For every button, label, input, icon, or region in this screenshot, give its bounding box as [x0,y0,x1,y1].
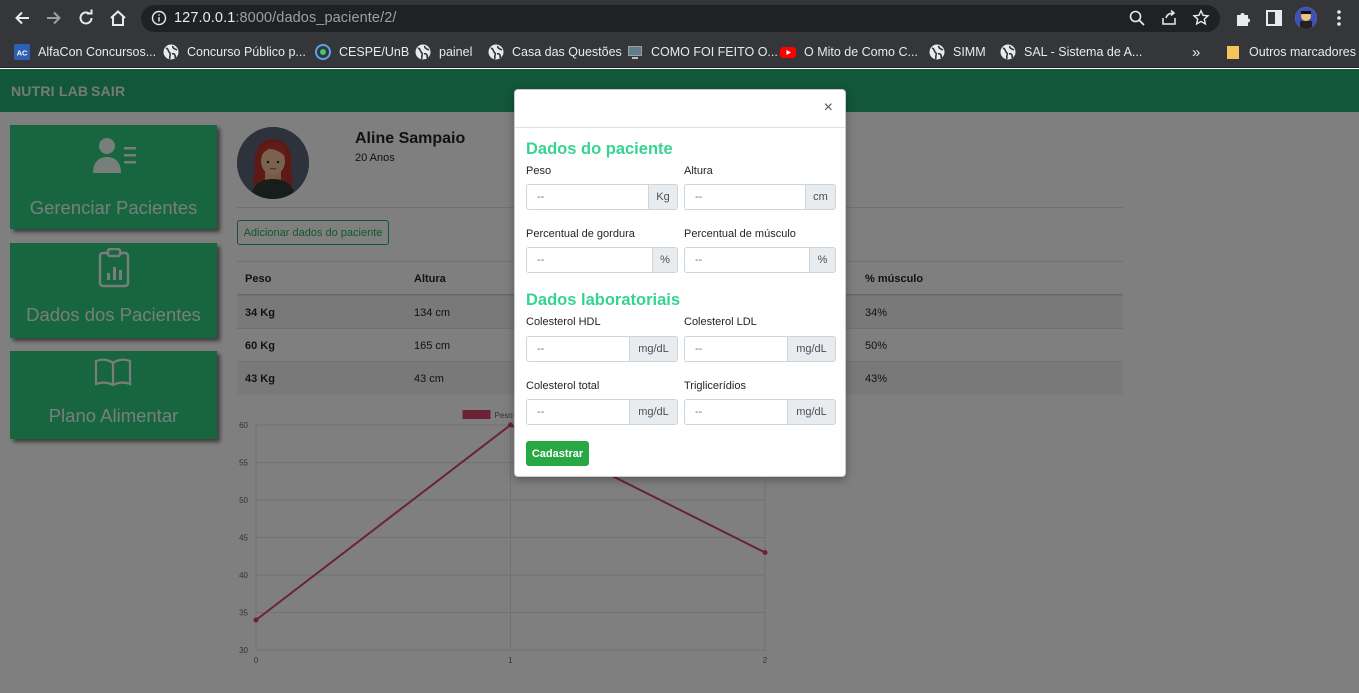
modal-header: × [515,90,845,128]
globe-icon [488,44,504,60]
url-text[interactable]: 127.0.0.1:8000/dados_paciente/2/ [174,10,397,26]
extensions-puzzle-icon[interactable] [1233,8,1253,28]
profile-avatar[interactable] [1295,7,1317,29]
alfacon-icon: AC [14,44,30,60]
gordura-input-group: % [526,247,678,273]
percentual-gordura-input[interactable] [526,247,652,273]
cespe-icon [315,44,331,60]
svg-text:AC: AC [17,49,28,58]
bookmark-o-mito[interactable]: O Mito de Como C... [780,41,918,63]
triglicerideos-input[interactable] [684,399,787,425]
label-percentual-gordura: Percentual de gordura [526,228,635,240]
unit-mgdl-addon: mg/dL [787,336,836,362]
folder-icon [1225,44,1241,60]
altura-input[interactable] [684,184,805,210]
bookmark-simm[interactable]: SIMM [929,41,986,63]
side-panel-icon[interactable] [1264,8,1284,28]
section-title-dados-laboratoriais: Dados laboratoriais [526,291,681,309]
altura-input-group: cm [684,184,836,210]
label-colesterol-hdl: Colesterol HDL [526,316,601,328]
bookmark-sal[interactable]: SAL - Sistema de A... [1000,41,1142,63]
section-title-dados-paciente: Dados do paciente [526,140,673,158]
browser-toolbar: 127.0.0.1:8000/dados_paciente/2/ [0,0,1359,36]
youtube-icon [780,44,796,60]
unit-kg-addon: Kg [648,184,678,210]
globe-icon [163,44,179,60]
label-colesterol-ldl: Colesterol LDL [684,316,757,328]
globe-icon [415,44,431,60]
unit-cm-addon: cm [805,184,836,210]
other-bookmarks-folder[interactable]: Outros marcadores [1225,41,1356,63]
colesterol-total-input[interactable] [526,399,629,425]
bookmarks-bar: AC AlfaCon Concursos... Concurso Público… [0,36,1359,68]
bookmark-como-foi-feito[interactable]: COMO FOI FEITO O... [627,41,778,63]
label-altura: Altura [684,165,713,177]
unit-percent-addon: % [809,247,836,273]
add-data-modal: × Dados do paciente Peso Kg Altura cm Pe… [514,89,846,477]
bookmark-star-icon[interactable] [1192,9,1210,27]
colesterol-hdl-input[interactable] [526,336,629,362]
percentual-musculo-input[interactable] [684,247,809,273]
unit-mgdl-addon: mg/dL [787,399,836,425]
close-icon[interactable]: × [824,100,833,116]
hdl-input-group: mg/dL [526,336,678,362]
globe-icon [1000,44,1016,60]
label-triglicerideos: Triglicerídios [684,380,746,392]
colesterol-ldl-input[interactable] [684,336,787,362]
info-icon[interactable] [151,10,167,26]
label-peso: Peso [526,165,552,177]
trig-input-group: mg/dL [684,399,836,425]
total-input-group: mg/dL [526,399,678,425]
cadastrar-button[interactable]: Cadastrar [526,441,589,466]
bookmark-alfacon[interactable]: AC AlfaCon Concursos... [14,41,156,63]
unit-mgdl-addon: mg/dL [629,399,678,425]
more-menu-icon[interactable] [1329,8,1349,28]
forward-arrow-icon[interactable] [42,6,66,30]
reload-icon[interactable] [74,6,98,30]
zoom-icon[interactable] [1128,9,1146,27]
globe-icon [929,44,945,60]
label-percentual-musculo: Percentual de músculo [684,228,796,240]
bookmark-concurso-publico[interactable]: Concurso Público p... [163,41,306,63]
ldl-input-group: mg/dL [684,336,836,362]
share-icon[interactable] [1160,9,1178,27]
peso-input-group: Kg [526,184,678,210]
label-colesterol-total: Colesterol total [526,380,600,392]
musculo-input-group: % [684,247,836,273]
home-icon[interactable] [106,6,130,30]
monitor-icon [627,44,643,60]
unit-percent-addon: % [652,247,678,273]
bookmarks-overflow-button[interactable]: » [1192,41,1200,63]
peso-input[interactable] [526,184,648,210]
bookmark-painel[interactable]: painel [415,41,472,63]
address-bar[interactable]: 127.0.0.1:8000/dados_paciente/2/ [141,5,1220,32]
unit-mgdl-addon: mg/dL [629,336,678,362]
bookmark-casa-das-questoes[interactable]: Casa das Questões [488,41,622,63]
back-arrow-icon[interactable] [10,6,34,30]
bookmark-cespe[interactable]: CESPE/UnB [315,41,409,63]
